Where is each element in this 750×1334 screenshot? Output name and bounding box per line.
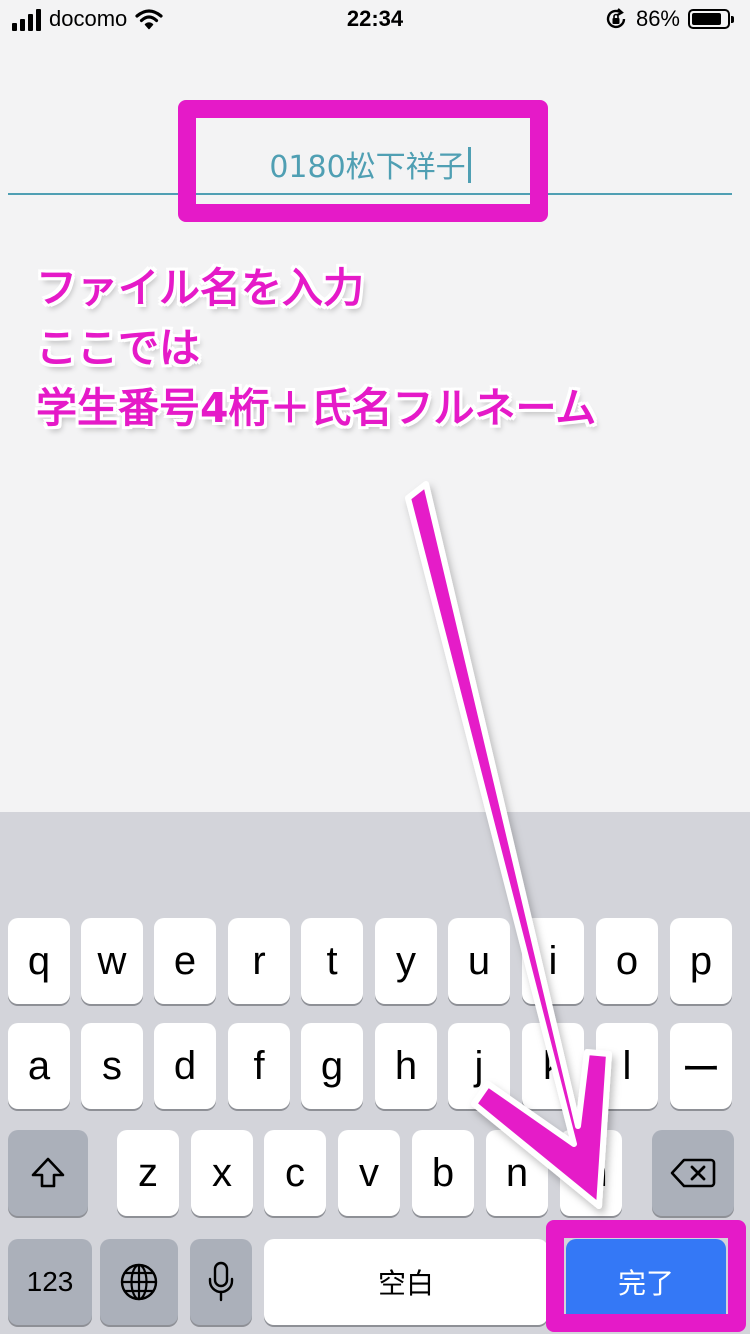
delete-icon (670, 1158, 716, 1188)
key-x[interactable]: x (191, 1130, 253, 1216)
key-l[interactable]: l (596, 1023, 658, 1109)
key-e[interactable]: e (154, 918, 216, 1004)
shift-key[interactable] (8, 1130, 88, 1216)
key-i[interactable]: i (522, 918, 584, 1004)
key-h[interactable]: h (375, 1023, 437, 1109)
key-v[interactable]: v (338, 1130, 400, 1216)
key-q[interactable]: q (8, 918, 70, 1004)
globe-key[interactable] (100, 1239, 178, 1325)
key-k[interactable]: k (522, 1023, 584, 1109)
numbers-key[interactable]: 123 (8, 1239, 92, 1325)
delete-key[interactable] (652, 1130, 734, 1216)
key-a[interactable]: a (8, 1023, 70, 1109)
battery-fill (692, 13, 722, 25)
key-d[interactable]: d (154, 1023, 216, 1109)
key-w[interactable]: w (81, 918, 143, 1004)
shift-icon (31, 1157, 65, 1188)
battery-icon (688, 9, 734, 29)
annotation-text: ファイル名を入力 ここでは 学生番号4桁＋氏名フルネーム (36, 258, 596, 438)
key-r[interactable]: r (228, 918, 290, 1004)
status-bar: docomo 22:34 86% (0, 0, 750, 40)
key-p[interactable]: p (670, 918, 732, 1004)
key-g[interactable]: g (301, 1023, 363, 1109)
key-t[interactable]: t (301, 918, 363, 1004)
rotation-lock-icon (606, 8, 626, 29)
status-right: 86% (604, 6, 734, 32)
annotation-highlight-field (178, 100, 548, 222)
globe-icon (120, 1263, 158, 1301)
annotation-highlight-done (546, 1220, 746, 1332)
annotation-line-2: ここでは (36, 324, 200, 372)
key-m[interactable]: m (560, 1130, 622, 1216)
microphone-icon (208, 1261, 234, 1302)
key-j[interactable]: j (448, 1023, 510, 1109)
annotation-line-3: 学生番号4桁＋氏名フルネーム (36, 384, 597, 432)
key-s[interactable]: s (81, 1023, 143, 1109)
key-n[interactable]: n (486, 1130, 548, 1216)
space-key[interactable]: 空白 (264, 1239, 548, 1325)
key-o[interactable]: o (596, 918, 658, 1004)
key-y[interactable]: y (375, 918, 437, 1004)
battery-percent: 86% (635, 6, 680, 31)
dictation-key[interactable] (190, 1239, 252, 1325)
key-f[interactable]: f (228, 1023, 290, 1109)
key-b[interactable]: b (412, 1130, 474, 1216)
key-u[interactable]: u (448, 918, 510, 1004)
annotation-line-1: ファイル名を入力 (36, 264, 364, 312)
key-z[interactable]: z (117, 1130, 179, 1216)
key-c[interactable]: c (264, 1130, 326, 1216)
key-long-vowel[interactable]: ー (670, 1023, 732, 1109)
